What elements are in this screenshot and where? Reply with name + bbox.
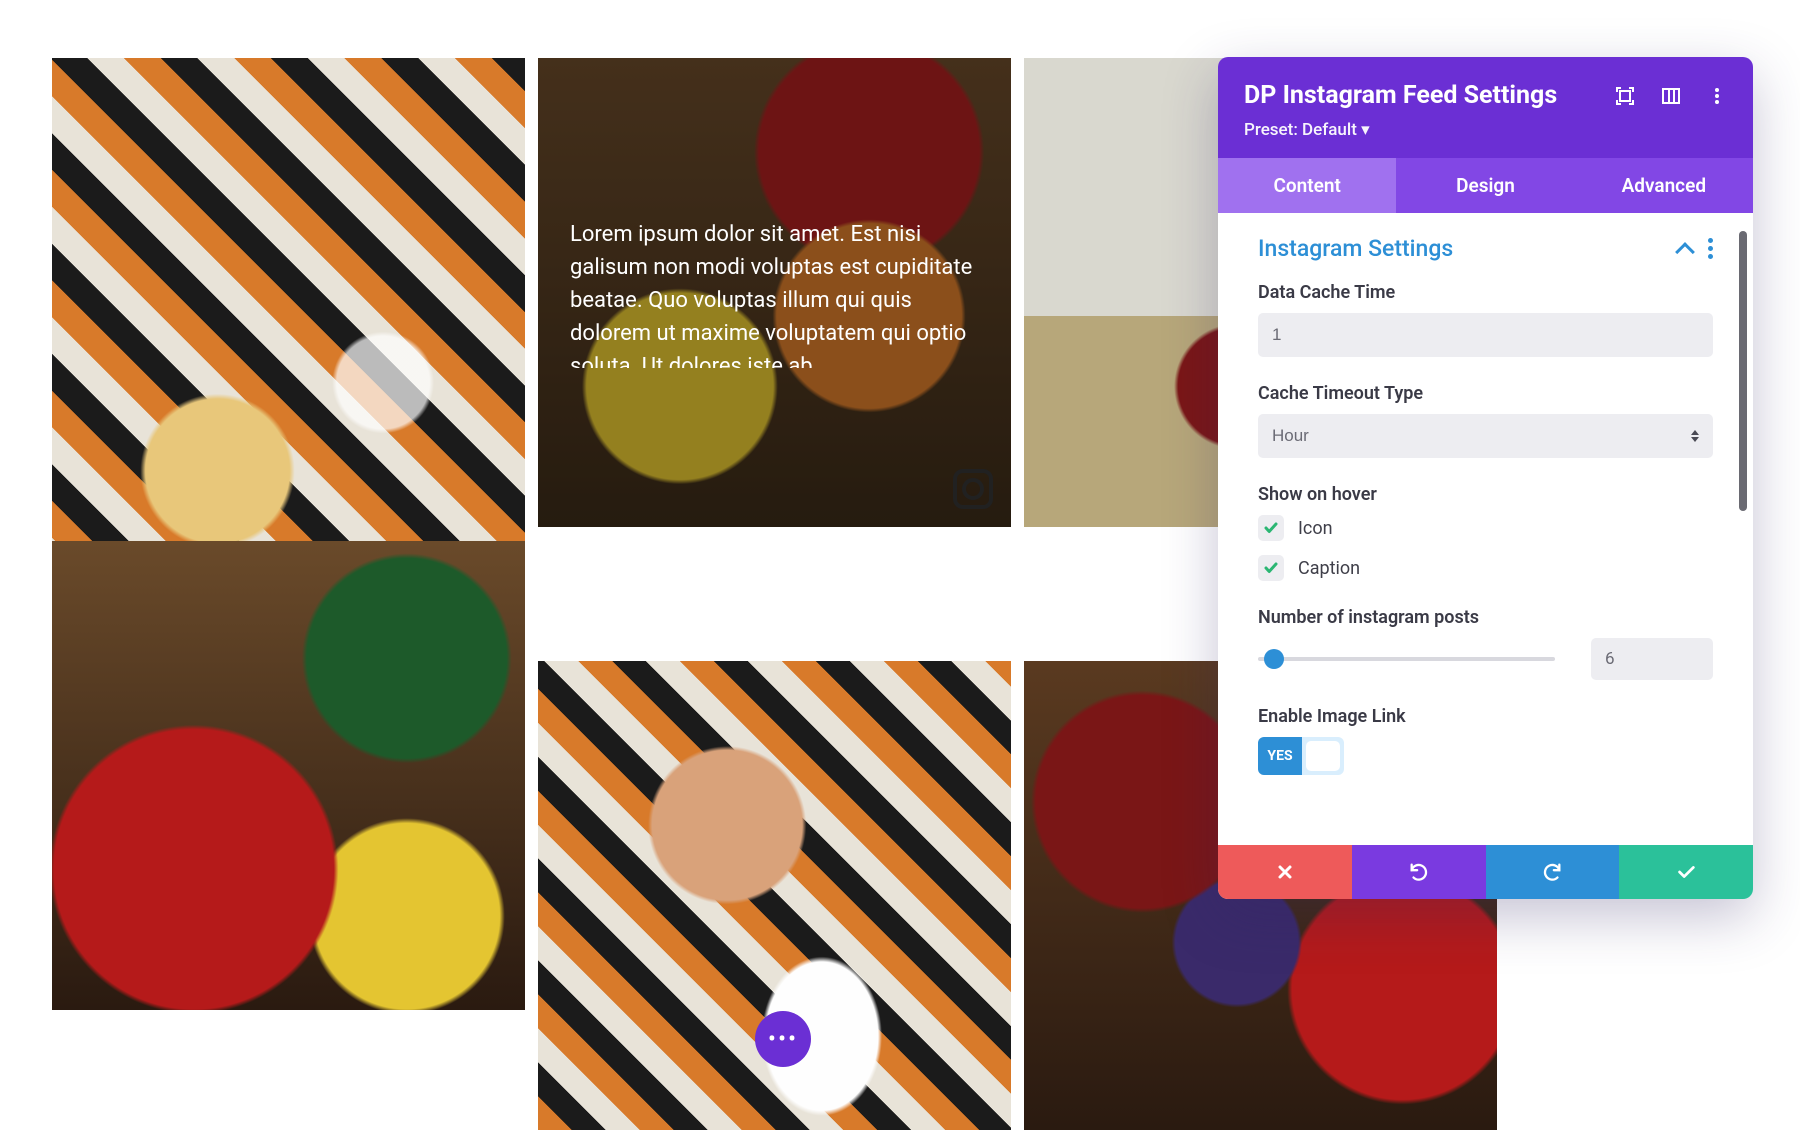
hover-caption-label: Caption (1298, 558, 1360, 579)
panel-body: Instagram Settings Data Cache Time Cache… (1218, 213, 1753, 845)
redo-button[interactable] (1486, 845, 1620, 899)
dots-icon: ••• (768, 1025, 798, 1053)
expand-icon[interactable] (1615, 86, 1635, 106)
section-title: Instagram Settings (1258, 235, 1453, 262)
feed-item[interactable]: Lorem ipsum dolor sit amet. Est nisi gal… (538, 58, 1011, 527)
feed-caption: Lorem ipsum dolor sit amet. Est nisi gal… (570, 218, 979, 368)
panel-footer (1218, 845, 1753, 899)
hover-icon-label: Icon (1298, 518, 1333, 539)
timeout-type-select[interactable] (1258, 414, 1713, 458)
collapse-icon[interactable] (1675, 242, 1695, 262)
posts-count-value[interactable]: 6 (1591, 638, 1713, 680)
feed-item-overlay: Lorem ipsum dolor sit amet. Est nisi gal… (538, 58, 1011, 527)
instagram-icon[interactable] (953, 469, 993, 509)
settings-tabs: Content Design Advanced (1218, 158, 1753, 213)
cache-time-label: Data Cache Time (1258, 282, 1713, 303)
enable-link-toggle[interactable]: YES (1258, 737, 1344, 775)
hover-icon-checkbox[interactable] (1258, 515, 1284, 541)
timeout-type-label: Cache Timeout Type (1258, 383, 1713, 404)
preset-selector[interactable]: Preset: Default ▾ (1244, 120, 1727, 140)
enable-link-label: Enable Image Link (1258, 706, 1713, 727)
toggle-yes-label: YES (1258, 737, 1302, 775)
show-on-hover-label: Show on hover (1258, 484, 1713, 505)
posts-count-label: Number of instagram posts (1258, 607, 1713, 628)
toggle-knob (1302, 737, 1344, 775)
undo-button[interactable] (1352, 845, 1486, 899)
posts-count-slider[interactable] (1258, 647, 1555, 671)
cache-time-input[interactable] (1258, 313, 1713, 357)
scrollbar[interactable] (1739, 231, 1747, 511)
section-kebab-icon[interactable] (1708, 238, 1713, 259)
panel-header: DP Instagram Feed Settings Preset: Defau… (1218, 57, 1753, 158)
feed-item[interactable] (52, 541, 525, 1010)
select-arrows-icon (1691, 430, 1699, 442)
cancel-button[interactable] (1218, 845, 1352, 899)
tab-advanced[interactable]: Advanced (1575, 158, 1753, 213)
panel-title: DP Instagram Feed Settings (1244, 81, 1557, 110)
page-actions-fab[interactable]: ••• (755, 1011, 811, 1067)
kebab-icon[interactable] (1707, 86, 1727, 106)
confirm-button[interactable] (1619, 845, 1753, 899)
tab-design[interactable]: Design (1396, 158, 1574, 213)
hover-caption-checkbox[interactable] (1258, 555, 1284, 581)
settings-panel: DP Instagram Feed Settings Preset: Defau… (1218, 57, 1753, 899)
columns-icon[interactable] (1661, 86, 1681, 106)
tab-content[interactable]: Content (1218, 158, 1396, 213)
